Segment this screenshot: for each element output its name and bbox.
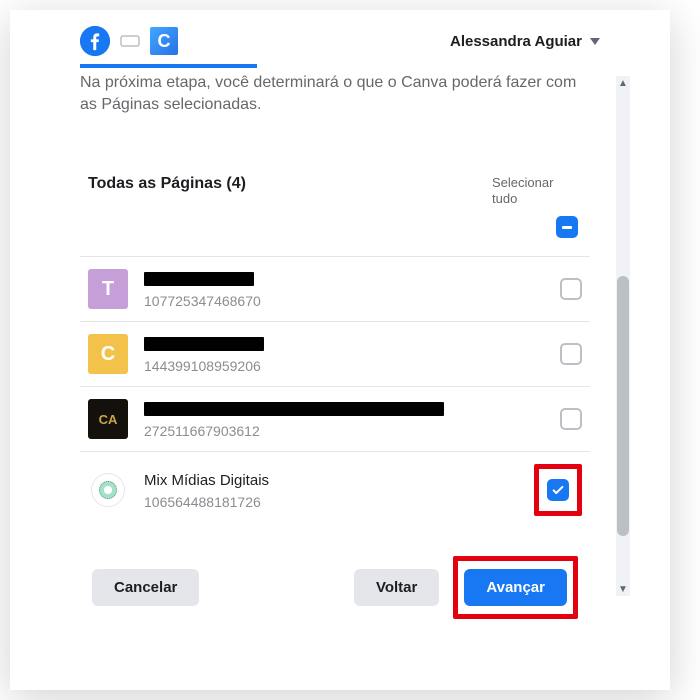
redacted-name [144,272,254,286]
page-row: T 107725347468670 [80,256,590,321]
user-name: Alessandra Aguiar [450,33,582,50]
checkbox-wrap [542,408,582,430]
canva-app-icon: C [150,27,178,55]
select-all: Selecionar tudo [492,175,582,238]
progress-bar [80,64,257,68]
scroll-down-icon[interactable]: ▼ [616,582,630,596]
indeterminate-icon [562,226,572,229]
page-info: Mix Mídias Digitais 106564488181726 [144,470,526,510]
checkmark-icon [551,483,565,497]
page-avatar [91,473,125,507]
facebook-icon [80,26,110,56]
app-icon-letter: C [158,31,171,52]
user-menu[interactable]: Alessandra Aguiar [450,33,600,50]
page-avatar: T [88,269,128,309]
dialog-footer: Cancelar Voltar Avançar [80,528,590,619]
page-avatar: CA [88,399,128,439]
avatar-graphic [99,481,117,499]
avatar-letter: CA [99,412,118,427]
page-name [144,399,526,419]
scroll-thumb[interactable] [617,276,629,536]
page-info: 272511667903612 [144,399,526,439]
checkbox-wrap [542,343,582,365]
scrollbar[interactable]: ▲ ▼ [616,76,630,596]
select-all-checkbox[interactable] [556,216,578,238]
next-button[interactable]: Avançar [464,569,567,606]
page-checkbox[interactable] [560,278,582,300]
checkbox-wrap [542,464,582,516]
select-all-label: Selecionar tudo [492,175,582,206]
page-name [144,269,526,289]
avatar-letter: C [101,343,115,366]
page-checkbox[interactable] [560,343,582,365]
page-info: 107725347468670 [144,269,526,309]
dialog-header: C Alessandra Aguiar [10,10,670,64]
page-checkbox[interactable] [560,408,582,430]
cancel-button[interactable]: Cancelar [92,569,199,606]
checkbox-wrap [542,278,582,300]
avatar-letter: T [102,278,114,301]
page-row: C 144399108959206 [80,321,590,386]
highlight-annotation [534,464,582,516]
page-id: 144399108959206 [144,358,526,374]
redacted-name [144,402,444,416]
dialog-container: C Alessandra Aguiar Na próxima etapa, vo… [10,10,670,690]
page-avatar: C [88,334,128,374]
page-name [144,334,526,354]
page-id: 272511667903612 [144,423,526,439]
progress-track [80,64,600,68]
content: Na próxima etapa, você determinará o que… [80,72,616,619]
redacted-name [144,337,264,351]
page-row: Mix Mídias Digitais 106564488181726 [80,451,590,528]
caret-down-icon [590,38,600,45]
scroll-up-icon[interactable]: ▲ [616,76,630,90]
page-info: 144399108959206 [144,334,526,374]
dialog-body: Na próxima etapa, você determinará o que… [10,72,670,619]
page-name: Mix Mídias Digitais [144,470,526,490]
page-row: CA 272511667903612 [80,386,590,451]
intro-text: Na próxima etapa, você determinará o que… [80,72,590,125]
page-id: 107725347468670 [144,293,526,309]
page-id: 106564488181726 [144,494,526,510]
list-title: Todas as Páginas (4) [88,175,246,193]
header-left: C [80,26,178,56]
footer-right: Voltar Avançar [354,556,578,619]
link-icon [120,34,140,48]
highlight-annotation: Avançar [453,556,578,619]
back-button[interactable]: Voltar [354,569,439,606]
page-checkbox[interactable] [547,479,569,501]
list-header: Todas as Páginas (4) Selecionar tudo [80,125,590,256]
